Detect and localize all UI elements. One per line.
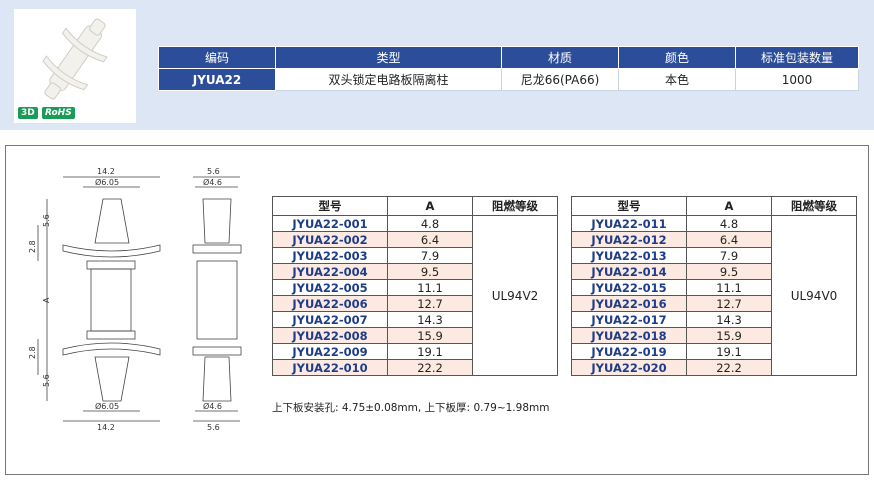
3d-badge: 3D — [18, 107, 38, 119]
table-row: JYUA22-011 4.8 UL94V0 — [571, 215, 857, 376]
model-table-right: 型号 A 阻燃等级 JYUA22-011 4.8 UL94V0 JYUA22-012 6… — [571, 196, 857, 376]
a-value-cell: 15.9 — [387, 327, 473, 344]
col-header-rating: 阻燃等级 — [472, 196, 558, 216]
model-cell: JYUA22-014 — [571, 263, 687, 280]
col-header-a: A — [387, 196, 473, 216]
model-cell: JYUA22-011 — [571, 215, 687, 232]
a-value-cell: 9.5 — [387, 263, 473, 280]
model-cell: JYUA22-007 — [272, 311, 388, 328]
dim-top-diameter: Ø6.05 — [95, 177, 119, 187]
model-cell: JYUA22-012 — [571, 231, 687, 248]
a-value-cell: 11.1 — [686, 279, 772, 296]
dim-side-width: 5.6 — [207, 167, 220, 176]
model-cell: JYUA22-008 — [272, 327, 388, 344]
a-value-cell: 12.7 — [686, 295, 772, 312]
flame-rating-cell: UL94V0 — [771, 215, 857, 376]
dim-bottom-diameter: Ø6.05 — [95, 401, 119, 411]
model-table-left: 型号 A 阻燃等级 JYUA22-001 4.8 UL94V2 JYUA22-002 6… — [272, 196, 558, 376]
spec-quantity: 1000 — [735, 68, 859, 91]
model-cell: JYUA22-003 — [272, 247, 388, 264]
model-cell: JYUA22-001 — [272, 215, 388, 232]
spec-material: 尼龙66(PA66) — [501, 68, 619, 91]
model-cell: JYUA22-002 — [272, 231, 388, 248]
a-value-cell: 7.9 — [686, 247, 772, 264]
model-cell: JYUA22-018 — [571, 327, 687, 344]
model-cell: JYUA22-017 — [571, 311, 687, 328]
dim-bottom-width: 14.2 — [97, 423, 115, 432]
model-cell: JYUA22-013 — [571, 247, 687, 264]
col-header-model: 型号 — [571, 196, 687, 216]
dim-2-8-top: 2.8 — [28, 240, 37, 253]
a-value-cell: 14.3 — [387, 311, 473, 328]
product-image — [42, 18, 108, 100]
model-cell: JYUA22-005 — [272, 279, 388, 296]
a-value-cell: 6.4 — [686, 231, 772, 248]
a-value-cell: 19.1 — [387, 343, 473, 360]
spec-code: JYUA22 — [158, 68, 276, 91]
flame-rating-cell: UL94V2 — [472, 215, 558, 376]
a-value-cell: 4.8 — [686, 215, 772, 232]
a-value-cell: 14.3 — [686, 311, 772, 328]
a-value-cell: 12.7 — [387, 295, 473, 312]
dim-top-width: 14.2 — [97, 167, 115, 176]
model-cell: JYUA22-020 — [571, 359, 687, 376]
rohs-badge: RoHS — [42, 107, 75, 119]
model-cell: JYUA22-010 — [272, 359, 388, 376]
dim-a: A — [42, 297, 51, 303]
spec-header-material: 材质 — [501, 46, 619, 69]
col-header-model: 型号 — [272, 196, 388, 216]
dim-2-8-bottom: 2.8 — [28, 346, 37, 359]
a-value-cell: 11.1 — [387, 279, 473, 296]
dim-5-6-bottom: 5.6 — [42, 374, 51, 387]
col-header-a: A — [686, 196, 772, 216]
a-value-cell: 22.2 — [387, 359, 473, 376]
a-value-cell: 19.1 — [686, 343, 772, 360]
spec-table: 编码 类型 材质 颜色 标准包装数量 JYUA22 双头锁定电路板隔离柱 尼龙6… — [158, 46, 859, 91]
dim-5-6-top: 5.6 — [42, 214, 51, 227]
model-cell: JYUA22-019 — [571, 343, 687, 360]
model-cell: JYUA22-015 — [571, 279, 687, 296]
a-value-cell: 15.9 — [686, 327, 772, 344]
model-cell: JYUA22-006 — [272, 295, 388, 312]
dim-bottom-side-width: 5.6 — [207, 423, 220, 432]
spec-header-color: 颜色 — [618, 46, 736, 69]
model-cell: JYUA22-016 — [571, 295, 687, 312]
spec-header-type: 类型 — [275, 46, 502, 69]
model-cell: JYUA22-009 — [272, 343, 388, 360]
model-cell: JYUA22-004 — [272, 263, 388, 280]
dim-side-diameter: Ø4.6 — [203, 177, 222, 187]
a-value-cell: 6.4 — [387, 231, 473, 248]
a-value-cell: 22.2 — [686, 359, 772, 376]
a-value-cell: 7.9 — [387, 247, 473, 264]
dim-bottom-side-diameter: Ø4.6 — [203, 401, 222, 411]
installation-note: 上下板安装孔: 4.75±0.08mm, 上下板厚: 0.79~1.98mm — [272, 402, 550, 414]
product-thumbnail: 3D RoHS — [14, 9, 136, 123]
a-value-cell: 9.5 — [686, 263, 772, 280]
a-value-cell: 4.8 — [387, 215, 473, 232]
spec-color: 本色 — [618, 68, 736, 91]
technical-drawing: 14.2 Ø6.05 5.6 Ø4.6 5.6 2.8 A 2.8 5.6 Ø6… — [28, 167, 242, 432]
spec-header-quantity: 标准包装数量 — [735, 46, 859, 69]
spec-header-code: 编码 — [158, 46, 276, 69]
spec-type: 双头锁定电路板隔离柱 — [275, 68, 502, 91]
table-row: JYUA22-001 4.8 UL94V2 — [272, 215, 558, 376]
col-header-rating: 阻燃等级 — [771, 196, 857, 216]
